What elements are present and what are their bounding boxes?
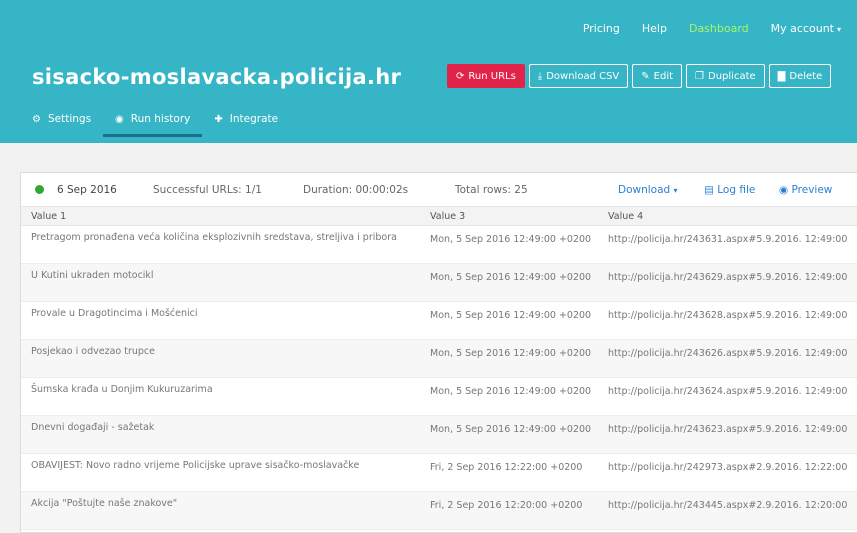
file-icon: ▤ <box>704 184 714 196</box>
cell-value-1: Dnevni događaji - sažetak <box>31 422 155 433</box>
log-file-label: Log file <box>717 184 756 196</box>
action-toolbar: ⟳ Run URLs ⤓ Download CSV ✎ Edit ❐ Dupli… <box>447 64 835 88</box>
cell-value-1: Provale u Dragotincima i Mošćenici <box>31 308 198 319</box>
nav-help[interactable]: Help <box>642 22 667 35</box>
table-row: Akcija "Poštujte naše znakove" Fri, 2 Se… <box>21 492 857 530</box>
cell-value-3: Mon, 5 Sep 2016 12:49:00 +0200 <box>430 272 592 283</box>
cell-value-1: U Kutini ukraden motocikl <box>31 270 154 281</box>
delete-label: Delete <box>789 70 823 82</box>
successful-urls: Successful URLs: 1/1 <box>153 184 262 196</box>
cell-value-3: Mon, 5 Sep 2016 12:49:00 +0200 <box>430 234 592 245</box>
table-row: OBAVIJEST: Novo radno vrijeme Policijske… <box>21 454 857 492</box>
cell-value-4: http://policija.hr/243624.aspx#5.9.2016.… <box>608 386 848 397</box>
cell-value-4: http://policija.hr/243629.aspx#5.9.2016.… <box>608 272 848 283</box>
top-nav: Pricing Help Dashboard My account ▾ <box>561 22 841 35</box>
tab-settings-label: Settings <box>47 113 92 125</box>
cell-value-4: http://policija.hr/242973.aspx#2.9.2016.… <box>608 462 848 473</box>
tab-integrate-label: Integrate <box>229 113 279 125</box>
eye-icon: ◉ <box>779 184 789 196</box>
column-header-value-1[interactable]: Value 1 <box>21 211 428 222</box>
delete-button[interactable]: ▇ Delete <box>768 64 832 88</box>
preview-label: Preview <box>791 184 833 196</box>
success-check-icon <box>35 185 44 194</box>
cell-value-4: http://policija.hr/243626.aspx#5.9.2016.… <box>608 348 848 359</box>
tab-settings[interactable]: ⚙ Settings <box>32 113 91 125</box>
nav-dashboard[interactable]: Dashboard <box>689 22 749 35</box>
duplicate-label: Duplicate <box>708 70 756 82</box>
puzzle-icon: ✚ <box>214 113 223 125</box>
cell-value-4: http://policija.hr/243623.aspx#5.9.2016.… <box>608 424 848 435</box>
cell-value-1: Akcija "Poštujte naše znakove" <box>31 498 178 509</box>
table-row: Provale u Dragotincima i Mošćenici Mon, … <box>21 302 857 340</box>
tab-run-history-label: Run history <box>130 113 191 125</box>
column-header-value-4[interactable]: Value 4 <box>606 209 857 224</box>
copy-icon: ❐ <box>695 70 705 82</box>
app-header: Pricing Help Dashboard My account ▾ sisac… <box>0 0 857 143</box>
cell-value-1: Šumska krađa u Donjim Kukuruzarima <box>31 384 213 395</box>
duplicate-button[interactable]: ❐ Duplicate <box>686 64 765 88</box>
column-header-value-3[interactable]: Value 3 <box>428 209 606 224</box>
table-row: Posjekao i odvezao trupce Mon, 5 Sep 201… <box>21 340 857 378</box>
download-dropdown-label: Download <box>618 184 671 196</box>
page-title: sisacko-moslavacka.policija.hr <box>32 65 402 89</box>
nav-pricing[interactable]: Pricing <box>583 22 620 35</box>
cell-value-1: Posjekao i odvezao trupce <box>31 346 155 357</box>
run-history-panel: 6 Sep 2016 Successful URLs: 1/1 Duration… <box>20 172 857 533</box>
cell-value-3: Fri, 2 Sep 2016 12:20:00 +0200 <box>430 500 583 511</box>
download-dropdown[interactable]: Download ▾ <box>618 184 678 196</box>
nav-my-account[interactable]: My account ▾ <box>771 22 841 35</box>
nav-my-account-label: My account <box>770 22 834 35</box>
download-csv-label: Download CSV <box>546 70 620 82</box>
tab-bar: ⚙ Settings ◉ Run history ✚ Integrate <box>32 113 302 137</box>
table-row: Dnevni događaji - sažetak Mon, 5 Sep 201… <box>21 416 857 454</box>
pencil-icon: ✎ <box>641 70 650 82</box>
cell-value-4: http://policija.hr/243628.aspx#5.9.2016.… <box>608 310 848 321</box>
cell-value-1: OBAVIJEST: Novo radno vrijeme Policijske… <box>31 460 360 471</box>
run-urls-button[interactable]: ⟳ Run URLs <box>447 64 525 88</box>
run-urls-label: Run URLs <box>468 70 516 82</box>
tab-run-history[interactable]: ◉ Run history <box>102 113 203 137</box>
run-duration: Duration: 00:00:02s <box>303 184 409 196</box>
table-row: Pretragom pronađena veća količina eksplo… <box>21 226 857 264</box>
run-summary: 6 Sep 2016 Successful URLs: 1/1 Duration… <box>21 173 857 206</box>
run-date: 6 Sep 2016 <box>57 184 117 196</box>
edit-button[interactable]: ✎ Edit <box>632 64 683 88</box>
log-file-link[interactable]: ▤ Log file <box>704 184 755 196</box>
eye-icon: ◉ <box>115 113 124 125</box>
cell-value-3: Fri, 2 Sep 2016 12:22:00 +0200 <box>430 462 583 473</box>
cell-value-3: Mon, 5 Sep 2016 12:49:00 +0200 <box>430 310 592 321</box>
download-icon: ⤓ <box>537 70 543 82</box>
cell-value-1: Pretragom pronađena veća količina eksplo… <box>31 232 397 243</box>
gears-icon: ⚙ <box>32 113 41 125</box>
cell-value-3: Mon, 5 Sep 2016 12:49:00 +0200 <box>430 348 592 359</box>
table-row: U Kutini ukraden motocikl Mon, 5 Sep 201… <box>21 264 857 302</box>
trash-icon: ▇ <box>777 70 786 82</box>
edit-label: Edit <box>653 70 674 82</box>
refresh-icon: ⟳ <box>456 70 465 82</box>
cell-value-4: http://policija.hr/243631.aspx#5.9.2016.… <box>608 234 848 245</box>
tab-integrate[interactable]: ✚ Integrate <box>214 113 278 125</box>
cell-value-4: http://policija.hr/243445.aspx#2.9.2016.… <box>608 500 848 511</box>
preview-link[interactable]: ◉ Preview <box>779 184 832 196</box>
total-rows: Total rows: 25 <box>455 184 528 196</box>
download-csv-button[interactable]: ⤓ Download CSV <box>528 64 629 88</box>
chevron-down-icon: ▾ <box>673 186 678 195</box>
cell-value-3: Mon, 5 Sep 2016 12:49:00 +0200 <box>430 424 592 435</box>
chevron-down-icon: ▾ <box>836 25 841 34</box>
table-row: Šumska krađa u Donjim Kukuruzarima Mon, … <box>21 378 857 416</box>
table-header: Value 1 Value 3 Value 4 <box>21 206 857 226</box>
cell-value-3: Mon, 5 Sep 2016 12:49:00 +0200 <box>430 386 592 397</box>
